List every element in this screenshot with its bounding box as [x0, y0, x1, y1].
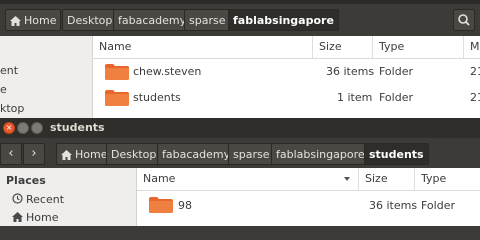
bg-breadcrumb-label: fabacademy [118, 14, 187, 27]
bg-breadcrumb-label: sparse [189, 14, 226, 27]
folder-icon [105, 90, 129, 106]
bg-breadcrumb-desktop[interactable]: Desktop [62, 9, 118, 31]
breadcrumb-fablabsingapore[interactable]: fablabsingapore [271, 143, 370, 165]
sidebar-item-home[interactable]: Home [12, 211, 58, 224]
column-header-name[interactable]: Name [93, 36, 313, 58]
maximize-button[interactable] [31, 122, 43, 134]
sort-arrow-icon [344, 177, 350, 181]
window-title: students [50, 121, 105, 134]
file-name: chew.steven [133, 65, 202, 78]
chevron-left-icon: ‹ [8, 146, 14, 161]
forward-button[interactable]: › [23, 143, 45, 165]
file-size: 1 item [337, 91, 373, 104]
breadcrumb-label: Desktop [111, 148, 157, 161]
breadcrumb-fabacademy[interactable]: fabacademy [157, 143, 236, 165]
clock-icon [12, 193, 23, 204]
file-name: students [133, 91, 181, 104]
sidebar-item-label: Home [26, 211, 59, 224]
file-type: Folder [421, 199, 455, 212]
bg-breadcrumb-home[interactable]: Home [5, 9, 62, 31]
search-button[interactable] [453, 9, 475, 31]
close-icon: × [5, 123, 13, 132]
breadcrumb-label: Home [75, 148, 108, 161]
sidebar: Places Recent Home [0, 168, 137, 226]
bg-breadcrumb-sparse[interactable]: sparse [184, 9, 231, 31]
breadcrumb-label: fabacademy [162, 148, 231, 161]
breadcrumb-students[interactable]: students [364, 143, 429, 165]
table-row[interactable]: students 1 item Folder 21 [93, 85, 480, 111]
breadcrumb-desktop[interactable]: Desktop [106, 143, 162, 165]
file-modified: 21 [470, 91, 480, 104]
sidebar-item-recent[interactable]: Recent [12, 193, 64, 206]
bg-sidebar-item[interactable]: ent [0, 64, 18, 77]
search-icon [458, 14, 470, 26]
background-file-list: Name Size Type M chew.steven 36 items Fo… [93, 36, 480, 118]
column-header-modified[interactable]: M [464, 36, 480, 58]
home-icon [12, 212, 23, 222]
breadcrumb-sparse[interactable]: sparse [228, 143, 275, 165]
column-header-type[interactable]: Type [373, 36, 464, 58]
column-header-size[interactable]: Size [359, 168, 415, 190]
title-bar[interactable]: × students [0, 118, 480, 138]
toolbar: ‹ › Home Desktop fabacademy sparse fabla… [0, 138, 480, 168]
file-size: 36 items [369, 199, 418, 212]
file-list: Name Size Type 98 36 items Folder [137, 168, 480, 226]
table-row[interactable]: 98 36 items Folder [137, 191, 480, 217]
bg-breadcrumb-label: Desktop [67, 14, 113, 27]
background-window: Home Desktop fabacademy sparse fablabsin… [0, 0, 480, 118]
breadcrumb-home[interactable]: Home [56, 143, 113, 165]
breadcrumb-label: fablabsingapore [276, 148, 365, 161]
minimize-button[interactable] [17, 122, 29, 134]
close-button[interactable]: × [3, 122, 15, 134]
file-type: Folder [379, 91, 413, 104]
file-modified: 21 [470, 65, 480, 78]
bg-sidebar-item[interactable]: ktop [0, 102, 24, 115]
front-window: × students ‹ › Home Desktop fabacademy s… [0, 118, 480, 226]
bg-breadcrumb-fablabsingapore[interactable]: fablabsingapore [228, 9, 339, 31]
breadcrumb-label: sparse [233, 148, 270, 161]
background-sidebar: ent e ktop [0, 36, 93, 118]
home-icon [61, 150, 72, 160]
home-icon [10, 16, 21, 26]
back-button[interactable]: ‹ [0, 143, 22, 165]
file-name: 98 [178, 199, 192, 212]
table-row[interactable]: chew.steven 36 items Folder 21 [93, 59, 480, 85]
bg-breadcrumb-label: fablabsingapore [233, 14, 334, 27]
bg-breadcrumb-label: Home [24, 14, 57, 27]
breadcrumb-label: students [369, 148, 424, 161]
file-size: 36 items [326, 65, 375, 78]
folder-icon [105, 64, 129, 80]
chevron-right-icon: › [31, 146, 37, 161]
column-header-type[interactable]: Type [415, 168, 480, 190]
bg-sidebar-item[interactable]: e [0, 83, 7, 96]
sidebar-heading-places: Places [6, 174, 46, 187]
sidebar-item-label: Recent [26, 193, 65, 206]
column-header-size[interactable]: Size [313, 36, 373, 58]
column-header-name[interactable]: Name [137, 168, 359, 190]
folder-icon [149, 197, 173, 213]
background-toolbar: Home Desktop fabacademy sparse fablabsin… [0, 4, 480, 36]
file-type: Folder [379, 65, 413, 78]
bg-breadcrumb-fabacademy[interactable]: fabacademy [113, 9, 192, 31]
